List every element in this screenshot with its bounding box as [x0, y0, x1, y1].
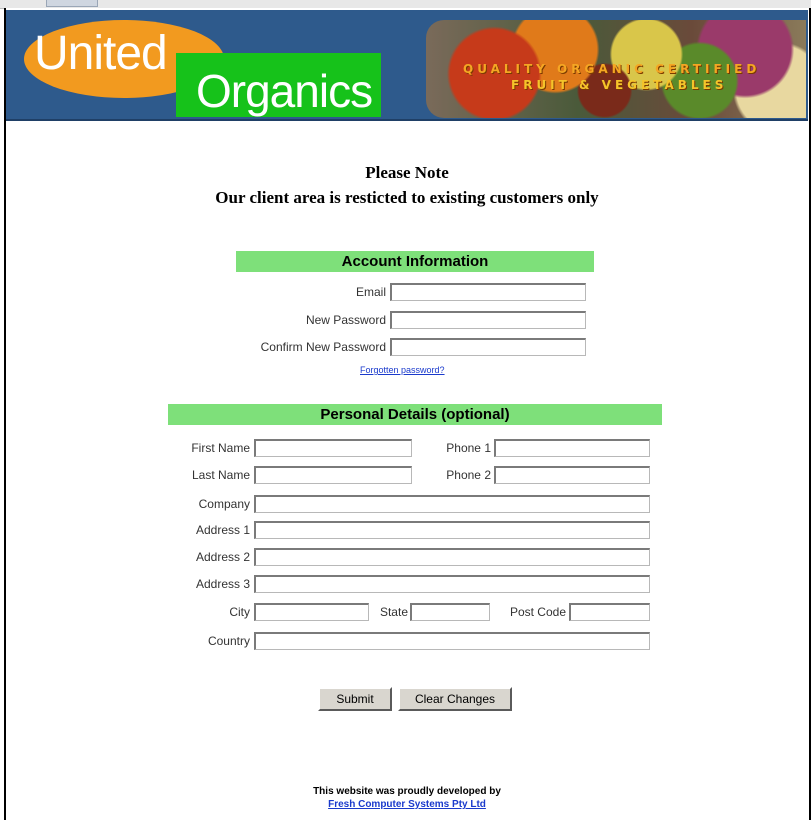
company-label: Company — [198, 497, 250, 511]
notice-title: Please Note — [365, 163, 449, 182]
account-info-header: Account Information — [236, 251, 594, 272]
footer-developer-link[interactable]: Fresh Computer Systems Pty Ltd — [6, 799, 808, 810]
state-field[interactable] — [410, 603, 490, 621]
last-name-label: Last Name — [191, 468, 250, 482]
forgotten-password-link[interactable]: Forgotten password? — [360, 365, 445, 375]
phone1-label: Phone 1 — [446, 441, 491, 455]
logo-united-text: United — [34, 27, 168, 80]
banner-tagline-2: FRUIT & VEGETABLES — [511, 78, 728, 92]
address3-field[interactable] — [254, 575, 650, 593]
phone2-field[interactable] — [494, 466, 650, 484]
postcode-label: Post Code — [509, 605, 566, 619]
phone1-field[interactable] — [494, 439, 650, 457]
first-name-field[interactable] — [254, 439, 412, 457]
address3-label: Address 3 — [195, 577, 250, 591]
notice-message: Our client area is resticted to existing… — [215, 188, 599, 207]
address2-field[interactable] — [254, 548, 650, 566]
site-banner: United Organics QUALITY ORGANIC CERTIFIE… — [6, 10, 808, 121]
personal-details-header: Personal Details (optional) — [168, 404, 662, 425]
email-label: Email — [355, 285, 386, 299]
new-password-field[interactable] — [390, 311, 586, 329]
address1-field[interactable] — [254, 521, 650, 539]
city-label: City — [229, 605, 250, 619]
city-field[interactable] — [254, 603, 369, 621]
email-field[interactable] — [390, 283, 586, 301]
address1-label: Address 1 — [195, 523, 250, 537]
confirm-password-label: Confirm New Password — [260, 340, 386, 354]
country-field[interactable] — [254, 632, 650, 650]
postcode-field[interactable] — [569, 603, 650, 621]
phone2-label: Phone 2 — [446, 468, 491, 482]
last-name-field[interactable] — [254, 466, 412, 484]
submit-button[interactable]: Submit — [318, 687, 392, 711]
clear-changes-button[interactable]: Clear Changes — [398, 687, 512, 711]
banner-tagline-1: QUALITY ORGANIC CERTIFIED — [463, 62, 761, 76]
browser-tab — [46, 0, 98, 7]
country-label: Country — [207, 634, 250, 648]
first-name-label: First Name — [191, 441, 250, 455]
confirm-password-field[interactable] — [390, 338, 586, 356]
company-field[interactable] — [254, 495, 650, 513]
footer-credit: This website was proudly developed by — [313, 786, 501, 797]
state-label: State — [379, 605, 408, 619]
logo-organics-text: Organics — [196, 65, 373, 117]
address2-label: Address 2 — [195, 550, 250, 564]
new-password-label: New Password — [305, 313, 386, 327]
